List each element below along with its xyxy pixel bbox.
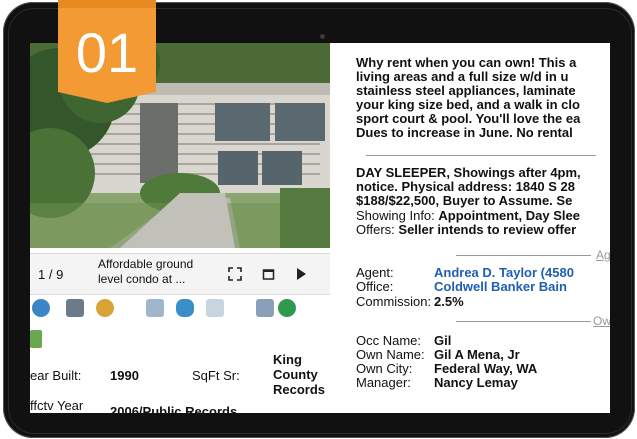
private-remarks-line: $188/$22,500, Buyer to Assume. Se <box>356 193 573 208</box>
private-remarks: DAY SLEEPER, Showings after 4pm, notice.… <box>356 166 610 208</box>
effective-year-label: ffctv Year <box>30 398 84 413</box>
commission-label: Commission: <box>356 294 432 309</box>
city-row: Own City: Federal Way, WA <box>356 361 537 376</box>
photo-caption-bar: 1 / 9 Affordable ground level condo at .… <box>30 253 330 295</box>
divider <box>366 155 596 156</box>
office-label: Office: <box>356 279 394 294</box>
step-number: 01 <box>76 21 138 84</box>
sqft-label: SqFt Sr: <box>192 368 240 383</box>
remarks-line: stainless steel appliances, laminate <box>356 83 576 98</box>
own-label: Own Name: <box>356 347 425 362</box>
office-link[interactable]: Coldwell Banker Bain <box>434 279 567 294</box>
lock-icon[interactable] <box>176 299 194 317</box>
city-label: Own City: <box>356 361 413 376</box>
agent-link[interactable]: Andrea D. Taylor (4580 <box>434 265 574 280</box>
year-built-label: ear Built: <box>30 368 82 383</box>
camera-dot <box>320 34 325 39</box>
private-remarks-line: notice. Physical address: 1840 S 28 <box>356 179 575 194</box>
remarks-line: your king size bed, and a walk in clo <box>356 97 580 112</box>
office-row: Office: Coldwell Banker Bain <box>356 279 567 294</box>
own-value: Gil A Mena, Jr <box>434 347 520 362</box>
tool-icon-row <box>30 299 330 323</box>
manager-value: Nancy Lemay <box>434 375 518 390</box>
step-badge: 01 <box>58 0 156 103</box>
private-remarks-line: DAY SLEEPER, Showings after 4pm, <box>356 165 581 180</box>
dollar-icon[interactable] <box>278 299 296 317</box>
photo-counter: 1 / 9 <box>38 267 64 282</box>
remarks-line: Why rent when you can own! This a <box>356 55 577 70</box>
map-icon[interactable] <box>66 299 84 317</box>
occ-label: Occ Name: <box>356 333 422 348</box>
public-remarks: Why rent when you can own! This a living… <box>356 56 610 140</box>
showing-info: Showing Info: Appointment, Day Slee Offe… <box>356 209 610 237</box>
commission-value: 2.5% <box>434 294 464 309</box>
edit-icon[interactable] <box>206 299 224 317</box>
divider <box>456 255 591 256</box>
manager-label: Manager: <box>356 375 411 390</box>
photo-caption: Affordable ground level condo at ... <box>98 257 194 286</box>
showing-value: Appointment, Day Slee <box>438 208 580 223</box>
occ-row: Occ Name: Gil <box>356 333 451 348</box>
remarks-line: living areas and a full size w/d in u <box>356 69 569 84</box>
remarks-line: sport court & pool. You'll love the ea <box>356 111 581 126</box>
owner-section-heading: Owner/ <box>593 314 610 328</box>
sqft-value-line2: County <box>273 367 318 382</box>
year-built-value: 1990 <box>110 368 139 383</box>
next-photo-icon[interactable] <box>292 265 310 283</box>
own-row: Own Name: Gil A Mena, Jr <box>356 347 520 362</box>
sqft-value-line3: Records <box>273 382 326 397</box>
city-value: Federal Way, WA <box>434 361 538 376</box>
offers-value: Seller intends to review offer <box>398 222 577 237</box>
agent-section-heading: Agen <box>596 248 610 262</box>
chart-icon[interactable] <box>256 299 274 317</box>
sqft-value-line1: King <box>273 352 302 367</box>
remarks-line: Dues to increase in June. No rental <box>356 125 573 140</box>
divider <box>456 321 591 322</box>
manager-row: Manager: Nancy Lemay <box>356 375 518 390</box>
window-icon[interactable] <box>260 265 278 283</box>
commission-row: Commission: 2.5% <box>356 294 464 309</box>
fullscreen-icon[interactable] <box>226 265 244 283</box>
agent-label: Agent: <box>356 265 394 280</box>
globe-icon[interactable] <box>32 299 50 317</box>
occ-value: Gil <box>434 333 452 348</box>
copy-icon[interactable] <box>146 299 164 317</box>
offers-label: Offers: <box>356 222 395 237</box>
alarm-clock-icon[interactable] <box>96 299 114 317</box>
agent-row: Agent: Andrea D. Taylor (4580 <box>356 265 574 280</box>
effective-year-value: 2006/Public Records <box>110 404 238 413</box>
showing-label: Showing Info: <box>356 208 435 223</box>
calendar-icon[interactable] <box>30 330 42 348</box>
